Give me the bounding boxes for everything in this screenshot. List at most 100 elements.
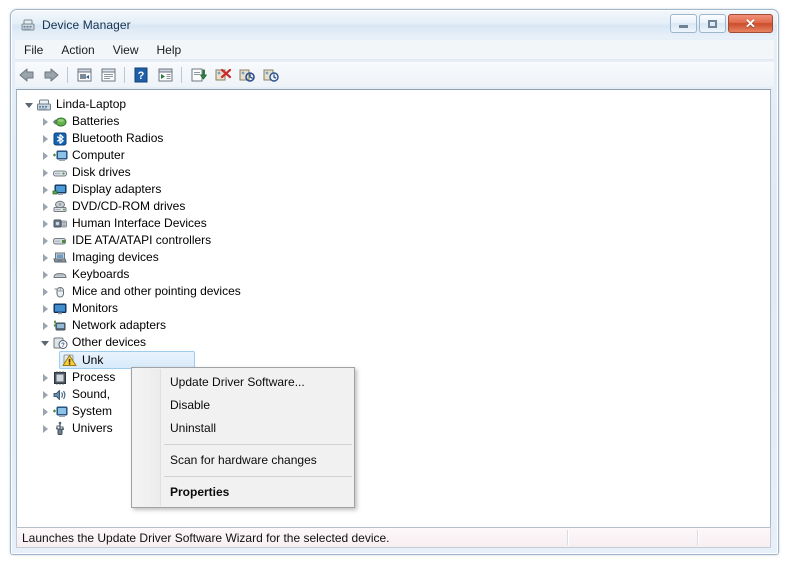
chevron-down-icon[interactable] <box>39 336 52 349</box>
tree-node-label: Sound, <box>72 387 111 401</box>
tree-node-label: Univers <box>72 421 113 435</box>
chevron-right-icon[interactable] <box>39 405 52 418</box>
properties-icon[interactable] <box>187 64 209 85</box>
tree-node-disk-drives[interactable]: Disk drives <box>17 164 770 181</box>
menu-action[interactable]: Action <box>52 41 103 59</box>
battery-icon <box>52 114 68 130</box>
tree-node-other-devices[interactable]: ? Other devices <box>17 334 770 351</box>
tree-node-network-adapters[interactable]: Network adapters <box>17 317 770 334</box>
tree-node-processors[interactable]: Process <box>17 369 770 386</box>
tree-node-dvd-cdrom-drives[interactable]: DVD/CD-ROM drives <box>17 198 770 215</box>
status-bar-divider-2 <box>697 530 699 545</box>
other-devices-icon: ? <box>52 335 68 351</box>
update-driver-icon[interactable] <box>211 64 233 85</box>
tree-node-human-interface-devices[interactable]: Human Interface Devices <box>17 215 770 232</box>
context-menu-item-scan-for-hardware-changes[interactable]: Scan for hardware changes <box>132 449 354 472</box>
maximize-button[interactable] <box>699 14 726 33</box>
warning-triangle-icon <box>62 352 78 368</box>
chevron-right-icon[interactable] <box>39 217 52 230</box>
status-bar-text: Launches the Update Driver Software Wiza… <box>22 530 390 545</box>
tree-node-mice-and-other-pointing-devices[interactable]: Mice and other pointing devices <box>17 283 770 300</box>
tree-node-monitors[interactable]: Monitors <box>17 300 770 317</box>
bluetooth-icon <box>52 131 68 147</box>
screenshot-root: Device Manager ✕ File Action View Help ?… <box>0 0 789 573</box>
device-tree: Linda-Laptop Batteries Bluetooth Radios … <box>17 90 770 437</box>
chevron-right-icon[interactable] <box>39 285 52 298</box>
tree-node-label: DVD/CD-ROM drives <box>72 199 186 213</box>
chevron-right-icon[interactable] <box>39 268 52 281</box>
tree-node-system-devices[interactable]: System <box>17 403 770 420</box>
processor-icon <box>52 370 68 386</box>
tree-node-label: Display adapters <box>72 182 162 196</box>
tree-node-label: Other devices <box>72 335 147 349</box>
tree-node-display-adapters[interactable]: Display adapters <box>17 181 770 198</box>
properties-panel-icon[interactable] <box>73 64 95 85</box>
tree-node-sound-video-game-controllers[interactable]: Sound, <box>17 386 770 403</box>
context-menu-item-uninstall[interactable]: Uninstall <box>132 417 354 440</box>
tree-node-keyboards[interactable]: Keyboards <box>17 266 770 283</box>
menu-view[interactable]: View <box>104 41 148 59</box>
chevron-right-icon[interactable] <box>39 422 52 435</box>
scan-hardware-changes-icon[interactable] <box>259 64 281 85</box>
context-menu-separator-1 <box>164 444 352 445</box>
tree-node-label: System <box>72 404 113 418</box>
tree-node-computer[interactable]: Computer <box>17 147 770 164</box>
context-menu-item-properties[interactable]: Properties <box>132 481 354 504</box>
tree-node-imaging-devices[interactable]: Imaging devices <box>17 249 770 266</box>
tree-node-bluetooth-radios[interactable]: Bluetooth Radios <box>17 130 770 147</box>
chevron-right-icon[interactable] <box>39 132 52 145</box>
tree-node-label: Batteries <box>72 114 120 128</box>
maximize-icon <box>708 19 717 28</box>
close-button[interactable]: ✕ <box>728 14 773 33</box>
disk-drive-icon <box>52 165 68 181</box>
tree-node-label: Unk <box>82 352 104 367</box>
show-hidden-devices-icon[interactable] <box>154 64 176 85</box>
menu-help[interactable]: Help <box>148 41 191 59</box>
toolbar-separator-3 <box>181 66 182 83</box>
forward-icon[interactable] <box>40 64 62 85</box>
help-icon[interactable]: ? <box>130 64 152 85</box>
tree-node-batteries[interactable]: Batteries <box>17 113 770 130</box>
chevron-right-icon[interactable] <box>39 388 52 401</box>
back-icon[interactable] <box>16 64 38 85</box>
chevron-right-icon[interactable] <box>39 200 52 213</box>
imaging-device-icon <box>52 250 68 266</box>
chevron-right-icon[interactable] <box>39 183 52 196</box>
chevron-right-icon[interactable] <box>39 149 52 162</box>
tree-node-label: Disk drives <box>72 165 131 179</box>
computer-node-icon <box>52 148 68 164</box>
chevron-right-icon[interactable] <box>39 251 52 264</box>
title-bar[interactable]: Device Manager ✕ <box>12 11 777 38</box>
window-title: Device Manager <box>42 17 131 32</box>
uninstall-icon[interactable] <box>235 64 257 85</box>
svg-text:?: ? <box>138 70 145 82</box>
context-menu[interactable]: Update Driver Software... Disable Uninst… <box>131 367 355 508</box>
tree-node-root[interactable]: Linda-Laptop <box>17 96 770 113</box>
dvd-drive-icon <box>52 199 68 215</box>
ide-controller-icon <box>52 233 68 249</box>
chevron-right-icon[interactable] <box>39 234 52 247</box>
chevron-right-icon[interactable] <box>39 371 52 384</box>
tree-node-ide-ata-atapi-controllers[interactable]: IDE ATA/ATAPI controllers <box>17 232 770 249</box>
mouse-icon <box>52 284 68 300</box>
chevron-right-icon[interactable] <box>39 166 52 179</box>
network-adapter-icon <box>52 318 68 334</box>
close-icon: ✕ <box>745 16 756 31</box>
chevron-right-icon[interactable] <box>39 319 52 332</box>
tree-node-label: Bluetooth Radios <box>72 131 164 145</box>
chevron-right-icon[interactable] <box>39 302 52 315</box>
description-panel-icon[interactable] <box>97 64 119 85</box>
svg-text:?: ? <box>61 343 65 349</box>
keyboard-icon <box>52 267 68 283</box>
minimize-button[interactable] <box>670 14 697 33</box>
device-manager-window: Device Manager ✕ File Action View Help ?… <box>10 9 779 555</box>
device-manager-icon <box>20 17 36 33</box>
context-menu-item-update-driver-software[interactable]: Update Driver Software... <box>132 371 354 394</box>
chevron-right-icon[interactable] <box>39 115 52 128</box>
context-menu-item-disable[interactable]: Disable <box>132 394 354 417</box>
tree-node-universal-serial-bus-controllers[interactable]: Univers <box>17 420 770 437</box>
chevron-down-icon[interactable] <box>23 98 36 111</box>
menu-file[interactable]: File <box>15 41 52 59</box>
device-tree-pane[interactable]: Linda-Laptop Batteries Bluetooth Radios … <box>16 89 771 529</box>
system-device-icon <box>52 404 68 420</box>
